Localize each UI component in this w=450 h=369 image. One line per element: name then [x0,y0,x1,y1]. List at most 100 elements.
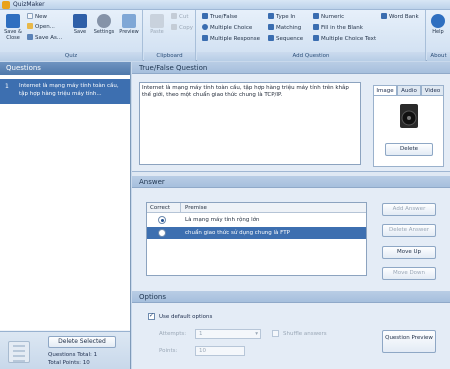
delete-answer-button[interactable]: Delete Answer [382,224,436,237]
correct-column-header: Correct [150,205,171,211]
cut-button[interactable]: Cut [171,13,188,21]
save-as-button[interactable]: Save As... [27,34,62,42]
checkbox-icon [202,35,208,41]
move-down-button[interactable]: Move Down [382,267,436,280]
question-summary: Internet là mạng máy tính toàn cầu, tập … [19,83,119,97]
folder-icon [27,23,33,29]
true-false-button[interactable]: True/False [202,13,237,21]
multiple-choice-text-button[interactable]: Multiple Choice Text [313,35,376,43]
settings-button[interactable]: Settings [93,12,115,50]
answer-table-header: Correct Premise [147,203,366,213]
questions-footer: Delete Selected Questions Total: 1 Total… [0,331,130,369]
question-text-area[interactable] [139,82,361,165]
numeric-icon [313,13,319,19]
answer-premise: Là mạng máy tính rộng lớn [185,217,260,223]
premise-column-header: Premise [185,205,207,211]
shuffle-answers-checkbox[interactable] [272,330,279,337]
clipboard-group-label: Clipboard [144,52,195,61]
questions-list: 1 Internet là mạng máy tính toàn cầu, tậ… [0,75,130,330]
clipboard-group: Paste Cut Copy Clipboard [144,10,196,61]
about-group-label: About [427,52,450,61]
save-close-button[interactable]: Save & Close [2,12,24,50]
add-question-group-label: Add Question [197,52,425,61]
fill-in-blank-button[interactable]: Fill in the Blank [313,24,363,32]
new-file-icon [27,13,33,19]
preview-icon [122,14,136,28]
open-button[interactable]: Open... [27,23,55,31]
matching-icon [268,24,274,30]
word-bank-button[interactable]: Word Bank [381,13,419,21]
question-list-icon [8,341,30,363]
save-as-icon [27,34,33,40]
question-list-item[interactable]: 1 Internet là mạng máy tính toàn cầu, tậ… [0,79,130,104]
sequence-icon [268,35,274,41]
question-section: True/False Question Image Audio Video De… [132,62,450,172]
quiz-group: Save & Close New Open... Save As... Save… [0,10,143,61]
tab-audio[interactable]: Audio [397,85,421,95]
chevron-down-icon: ▾ [255,331,258,337]
move-up-button[interactable]: Move Up [382,246,436,259]
options-header: Options [132,291,450,303]
questions-panel: Questions 1 Internet là mạng máy tính to… [0,62,131,369]
ribbon: Save & Close New Open... Save As... Save… [0,10,450,61]
correct-radio[interactable] [158,216,166,224]
paste-button[interactable]: Paste [146,12,168,50]
delete-media-button[interactable]: Delete [385,143,433,156]
word-bank-icon [381,13,387,19]
title-bar: QuizMaker [0,0,450,10]
true-false-icon [202,13,208,19]
tab-video[interactable]: Video [421,85,444,95]
multiple-choice-button[interactable]: Multiple Choice [202,24,252,32]
attempts-select[interactable]: 1 ▾ [195,329,261,339]
type-in-icon [268,13,274,19]
numeric-button[interactable]: Numeric [313,13,344,21]
paste-icon [150,14,164,28]
save-close-icon [6,14,20,28]
points-label: Points: [159,348,178,354]
correct-radio[interactable] [158,229,166,237]
app-icon [2,1,10,9]
questions-total: Questions Total: 1 [48,352,98,358]
matching-button[interactable]: Matching [268,24,301,32]
attempts-label: Attempts: [159,331,187,337]
about-group: Help About [427,10,450,61]
preview-button[interactable]: Preview [118,12,140,50]
use-default-options-checkbox[interactable] [148,312,155,320]
total-points: Total Points: 10 [48,360,90,366]
answer-premise: chuẩn giao thức sử dụng chung là FTP [185,230,290,236]
question-type-header: True/False Question [132,62,450,74]
add-question-group: True/False Multiple Choice Multiple Resp… [197,10,426,61]
copy-icon [171,24,177,30]
answer-row[interactable]: Là mạng máy tính rộng lớn [147,214,366,226]
delete-selected-button[interactable]: Delete Selected [48,336,116,348]
questions-header: Questions [0,62,130,75]
save-button[interactable]: Save [69,12,91,50]
answer-row[interactable]: chuẩn giao thức sử dụng chung là FTP [147,227,366,239]
shuffle-answers-label: Shuffle answers [283,331,327,337]
question-preview-button[interactable]: Question Preview [382,330,436,353]
mc-text-icon [313,35,319,41]
answer-table: Correct Premise Là mạng máy tính rộng lớ… [146,202,367,276]
window-title: QuizMaker [13,1,45,8]
editor-panel: True/False Question Image Audio Video De… [132,62,450,369]
fill-in-blank-icon [313,24,319,30]
help-icon [431,14,445,28]
media-file-icon [400,104,418,128]
options-section: Options Use default options Attempts: 1 … [132,291,450,369]
use-default-options-label: Use default options [159,314,213,320]
answer-header: Answer [132,176,450,188]
copy-button[interactable]: Copy [171,24,193,32]
multiple-response-button[interactable]: Multiple Response [202,35,260,43]
sequence-button[interactable]: Sequence [268,35,303,43]
help-button[interactable]: Help [427,12,449,50]
question-number: 1 [5,83,9,90]
gear-icon [97,14,111,28]
points-input[interactable]: 10 [195,346,245,356]
media-preview: Delete [373,95,444,167]
type-in-button[interactable]: Type In [268,13,296,21]
radio-icon [202,24,208,30]
floppy-icon [73,14,87,28]
new-button[interactable]: New [27,13,47,21]
add-answer-button[interactable]: Add Answer [382,203,436,216]
scissors-icon [171,13,177,19]
